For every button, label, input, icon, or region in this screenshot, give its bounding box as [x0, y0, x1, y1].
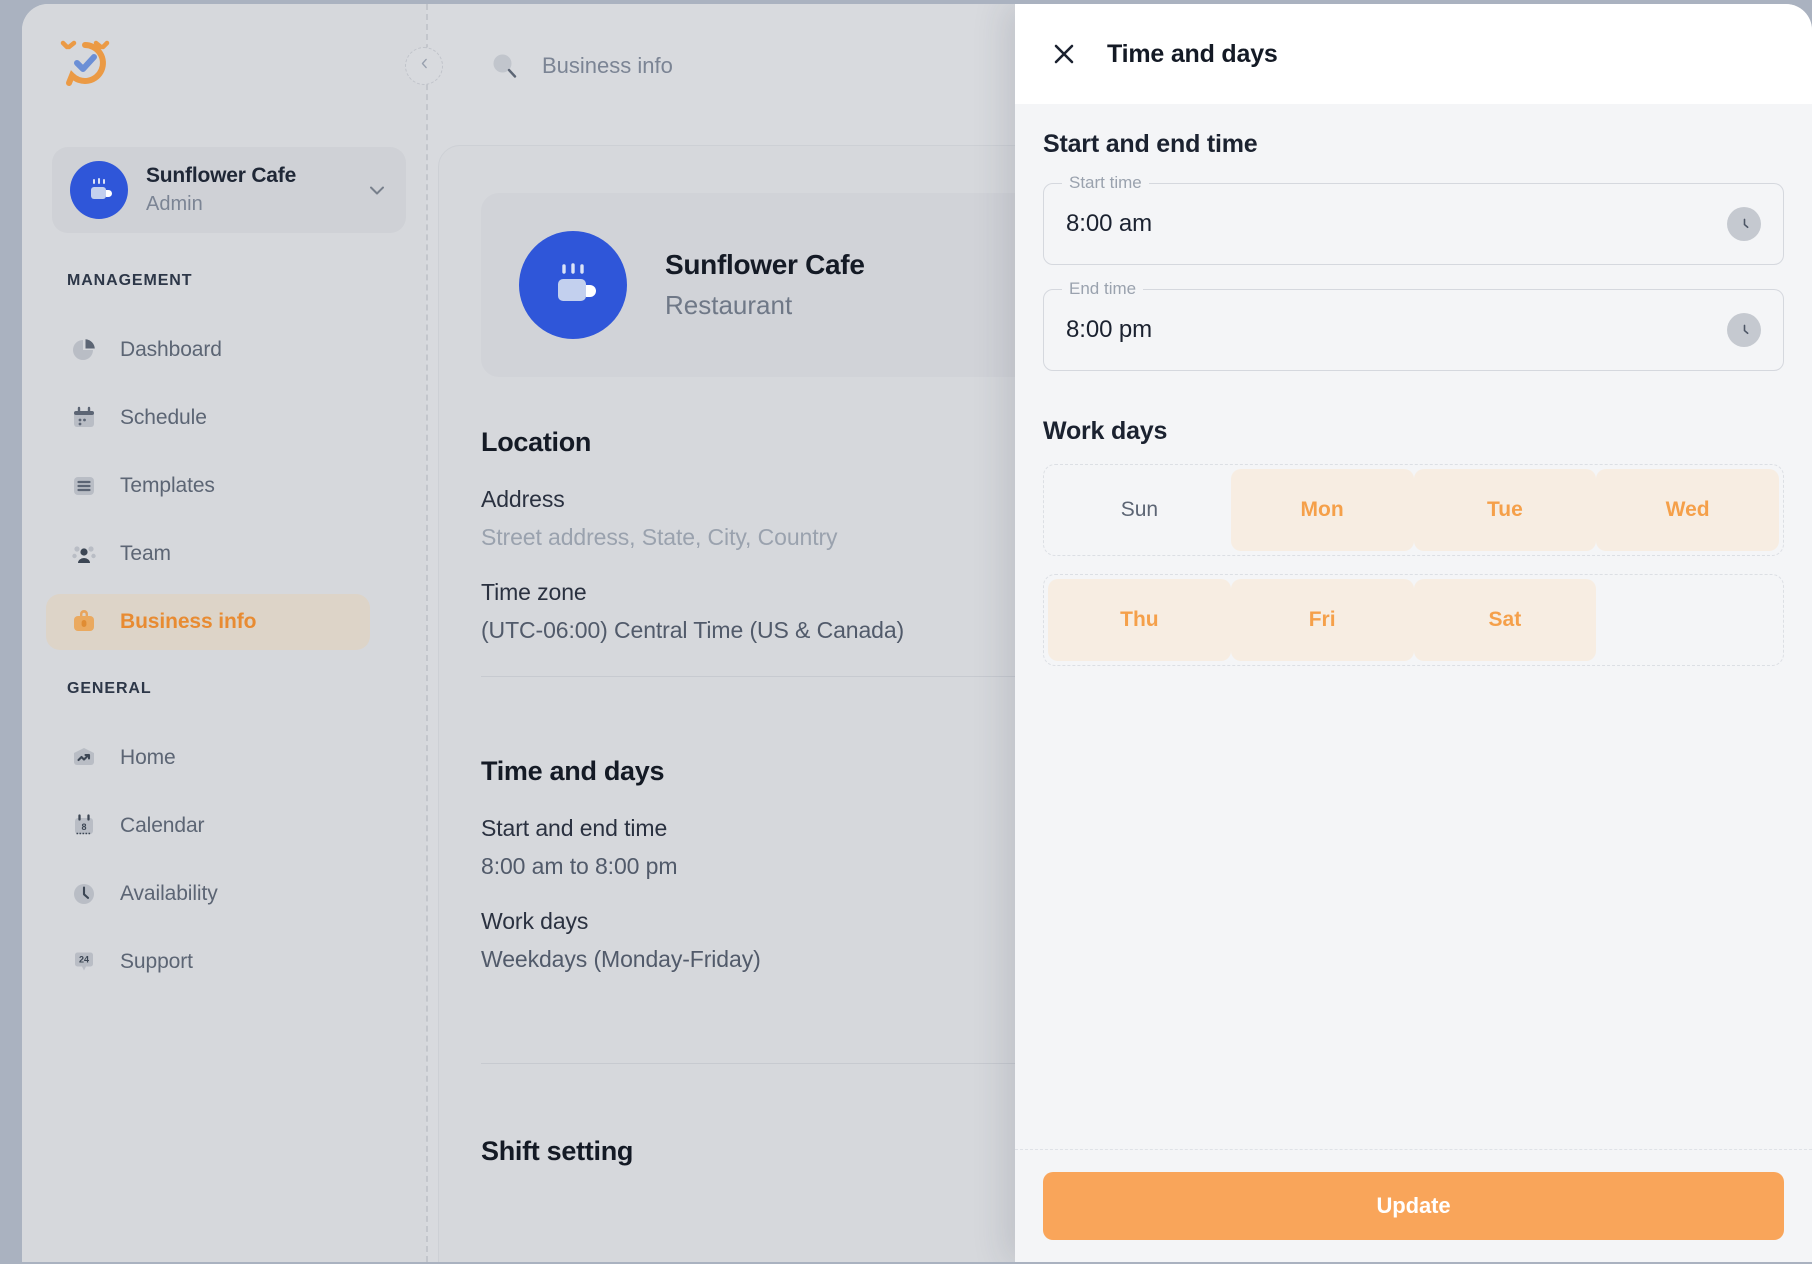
sidebar-item-label: Support — [120, 950, 193, 973]
panel-body: Start and end time Start time 8:00 am En… — [1015, 104, 1812, 1149]
search-icon[interactable] — [490, 51, 520, 81]
start-time-value: 8:00 am — [1066, 210, 1153, 237]
coffee-cup-icon — [519, 231, 627, 339]
coffee-cup-icon — [70, 161, 128, 219]
sidebar-item-dashboard[interactable]: Dashboard — [46, 322, 370, 378]
work-days-row: Thu Fri Sat — [1043, 574, 1784, 666]
panel-header: Time and days — [1015, 4, 1812, 104]
business-type: Restaurant — [665, 290, 793, 320]
close-icon[interactable] — [1043, 33, 1085, 75]
day-toggle-sun[interactable]: Sun — [1048, 469, 1231, 551]
sidebar-item-templates[interactable]: Templates — [46, 458, 370, 514]
day-toggle-mon[interactable]: Mon — [1230, 469, 1414, 551]
support-24-icon: 24 — [70, 948, 98, 976]
clock-icon[interactable] — [1727, 207, 1761, 241]
end-time-input[interactable]: End time 8:00 pm — [1043, 279, 1784, 371]
workspace-switcher[interactable]: Sunflower Cafe Admin — [52, 147, 406, 233]
workspace-name: Sunflower Cafe — [146, 163, 297, 187]
business-name: Sunflower Cafe — [665, 249, 865, 280]
sidebar-item-home[interactable]: Home — [46, 730, 370, 786]
start-and-end-time-heading: Start and end time — [1043, 130, 1258, 158]
list-document-icon — [70, 472, 98, 500]
sidebar-item-team[interactable]: Team — [46, 526, 370, 582]
page-title: Business info — [542, 53, 673, 78]
nav-section-title-general: GENERAL — [67, 680, 152, 697]
panel-footer: Update — [1015, 1149, 1812, 1262]
svg-text:24: 24 — [79, 955, 89, 965]
sidebar-item-label: Team — [120, 542, 171, 565]
app-window: Sunflower Cafe Admin MANAGEMENT Dashboar… — [22, 4, 1812, 1262]
panel-title: Time and days — [1107, 39, 1278, 68]
sidebar-item-label: Home — [120, 746, 176, 769]
chevron-down-icon — [366, 179, 388, 201]
day-toggle-empty — [1596, 579, 1779, 661]
clock-icon — [70, 880, 98, 908]
alarm-clock-check-icon — [58, 36, 112, 90]
update-button[interactable]: Update — [1043, 1172, 1784, 1240]
sidebar: Sunflower Cafe Admin MANAGEMENT Dashboar… — [22, 4, 426, 1262]
sidebar-item-label: Schedule — [120, 406, 207, 429]
time-and-days-panel: Time and days Start and end time Start t… — [1015, 4, 1812, 1262]
clock-icon[interactable] — [1727, 313, 1761, 347]
start-time-label: Start time — [1062, 173, 1149, 193]
sidebar-item-business-info[interactable]: Business info — [46, 594, 370, 650]
day-toggle-sat[interactable]: Sat — [1413, 579, 1597, 661]
briefcase-icon — [70, 608, 98, 636]
sidebar-item-label: Availability — [120, 882, 218, 905]
sidebar-item-label: Dashboard — [120, 338, 222, 361]
end-time-label: End time — [1062, 279, 1144, 299]
day-toggle-tue[interactable]: Tue — [1413, 469, 1597, 551]
day-toggle-thu[interactable]: Thu — [1048, 579, 1231, 661]
chevron-left-icon — [418, 57, 431, 75]
end-time-value: 8:00 pm — [1066, 316, 1153, 343]
sidebar-item-calendar[interactable]: 8 Calendar — [46, 798, 370, 854]
calendar-8-icon: 8 — [70, 812, 98, 840]
start-time-input[interactable]: Start time 8:00 am — [1043, 173, 1784, 265]
nav-section-title-management: MANAGEMENT — [67, 272, 193, 289]
pie-chart-icon — [70, 336, 98, 364]
calendar-icon — [70, 404, 98, 432]
workspace-role: Admin — [146, 193, 203, 216]
day-toggle-fri[interactable]: Fri — [1230, 579, 1414, 661]
sidebar-item-support[interactable]: 24 Support — [46, 934, 370, 990]
sidebar-item-label: Business info — [120, 610, 257, 633]
day-toggle-wed[interactable]: Wed — [1596, 469, 1779, 551]
sidebar-item-label: Calendar — [120, 814, 205, 837]
sidebar-collapse-button[interactable] — [405, 47, 443, 85]
sidebar-item-schedule[interactable]: Schedule — [46, 390, 370, 446]
svg-text:8: 8 — [81, 822, 86, 832]
sidebar-item-availability[interactable]: Availability — [46, 866, 370, 922]
trend-up-icon — [70, 744, 98, 772]
work-days-heading: Work days — [1043, 417, 1168, 445]
work-days-row: Sun Mon Tue Wed — [1043, 464, 1784, 556]
users-group-icon — [70, 540, 98, 568]
sidebar-item-label: Templates — [120, 474, 215, 497]
